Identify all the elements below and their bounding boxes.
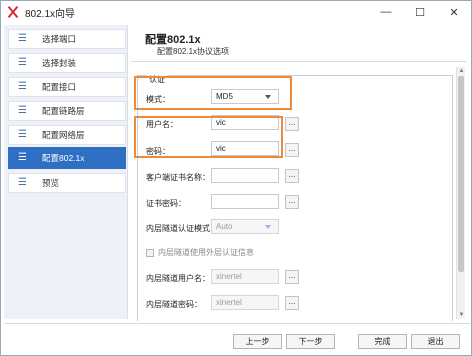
password-browse-button[interactable]: ... bbox=[285, 143, 299, 157]
footer-divider bbox=[4, 323, 470, 324]
prev-button[interactable]: 上一步 bbox=[233, 334, 282, 349]
mode-highlight-box bbox=[134, 76, 292, 110]
sidebar-item-configure-network-layer[interactable]: ☰ 配置网络层 bbox=[8, 125, 126, 145]
list-icon: ☰ bbox=[18, 57, 27, 68]
next-button[interactable]: 下一步 bbox=[286, 334, 335, 349]
window-title: 802.1x向导 bbox=[25, 8, 76, 20]
page-title: 配置802.1x bbox=[145, 34, 201, 46]
inner-user-label: 内层隧道用户名： bbox=[146, 274, 210, 283]
close-button[interactable]: ✕ bbox=[437, 1, 471, 23]
sidebar-item-select-encapsulation[interactable]: ☰ 选择封装 bbox=[8, 53, 126, 73]
scroll-thumb[interactable] bbox=[458, 76, 464, 272]
list-icon: ☰ bbox=[18, 177, 27, 188]
sidebar-item-configure-interface[interactable]: ☰ 配置接口 bbox=[8, 77, 126, 97]
window-controls: — ☐ ✕ bbox=[369, 1, 471, 23]
sidebar-item-label: 配置接口 bbox=[42, 82, 77, 92]
wizard-window: 802.1x向导 — ☐ ✕ ☰ 选择端口 ☰ 选择封装 ☰ 配置接口 ☰ 配置… bbox=[0, 0, 472, 356]
exit-button[interactable]: 退出 bbox=[411, 334, 460, 349]
inner-mode-label: 内层隧道认证模式： bbox=[146, 224, 218, 233]
maximize-button[interactable]: ☐ bbox=[403, 1, 437, 23]
cert-password-label: 证书密码： bbox=[146, 199, 186, 208]
inner-user-value: xinertel bbox=[216, 272, 242, 281]
sidebar-item-label: 预览 bbox=[42, 178, 60, 188]
use-outer-auth-label: 内层隧道使用外层认证信息 bbox=[158, 248, 254, 257]
list-icon: ☰ bbox=[18, 81, 27, 92]
client-cert-field[interactable] bbox=[211, 168, 279, 183]
sidebar-item-configure-link-layer[interactable]: ☰ 配置链路层 bbox=[8, 101, 126, 121]
cert-password-browse-button[interactable]: ... bbox=[285, 195, 299, 209]
list-icon: ☰ bbox=[18, 33, 27, 44]
sidebar-item-preview[interactable]: ☰ 预览 bbox=[8, 173, 126, 193]
header-divider bbox=[131, 61, 466, 62]
list-icon: ☰ bbox=[18, 129, 27, 140]
sidebar-item-label: 配置802.1x bbox=[42, 153, 85, 163]
scroll-down-arrow-icon[interactable]: ▼ bbox=[458, 311, 465, 319]
vertical-scrollbar[interactable]: ▲ ▼ bbox=[456, 67, 465, 319]
minimize-button[interactable]: — bbox=[369, 1, 403, 23]
title-bar: 802.1x向导 — ☐ ✕ bbox=[1, 1, 471, 23]
finish-button[interactable]: 完成 bbox=[358, 334, 407, 349]
client-cert-browse-button[interactable]: ... bbox=[285, 169, 299, 183]
inner-pass-browse-button[interactable]: ... bbox=[285, 296, 299, 310]
sidebar-item-label: 配置网络层 bbox=[42, 130, 85, 140]
sidebar-item-label: 配置链路层 bbox=[42, 106, 85, 116]
page-subtitle: 配置802.1x协议选项 bbox=[157, 47, 230, 56]
app-logo-icon bbox=[7, 6, 19, 18]
sidebar-item-select-port[interactable]: ☰ 选择端口 bbox=[8, 29, 126, 49]
inner-pass-field[interactable]: xinertel bbox=[211, 295, 279, 310]
list-icon: ☰ bbox=[18, 152, 27, 163]
inner-pass-label: 内层隧道密码： bbox=[146, 300, 202, 309]
client-cert-label: 客户端证书名称： bbox=[146, 173, 210, 182]
use-outer-auth-row[interactable]: 内层隧道使用外层认证信息 bbox=[146, 247, 254, 258]
username-browse-button[interactable]: ... bbox=[285, 117, 299, 131]
sidebar-item-label: 选择封装 bbox=[42, 58, 77, 68]
use-outer-auth-checkbox[interactable] bbox=[146, 248, 154, 257]
scroll-up-arrow-icon[interactable]: ▲ bbox=[458, 67, 465, 75]
chevron-down-icon bbox=[265, 225, 271, 229]
inner-mode-select[interactable]: Auto bbox=[211, 219, 279, 234]
credentials-highlight-box bbox=[134, 116, 283, 158]
inner-user-browse-button[interactable]: ... bbox=[285, 270, 299, 284]
inner-mode-value: Auto bbox=[216, 222, 233, 231]
list-icon: ☰ bbox=[18, 105, 27, 116]
sidebar-item-label: 选择端口 bbox=[42, 34, 77, 44]
cert-password-field[interactable] bbox=[211, 194, 279, 209]
inner-pass-value: xinertel bbox=[216, 298, 242, 307]
sidebar-item-configure-8021x[interactable]: ☰ 配置802.1x bbox=[8, 147, 126, 169]
inner-user-field[interactable]: xinertel bbox=[211, 269, 279, 284]
wizard-steps-sidebar: ☰ 选择端口 ☰ 选择封装 ☰ 配置接口 ☰ 配置链路层 ☰ 配置网络层 ☰ 配… bbox=[4, 25, 128, 319]
